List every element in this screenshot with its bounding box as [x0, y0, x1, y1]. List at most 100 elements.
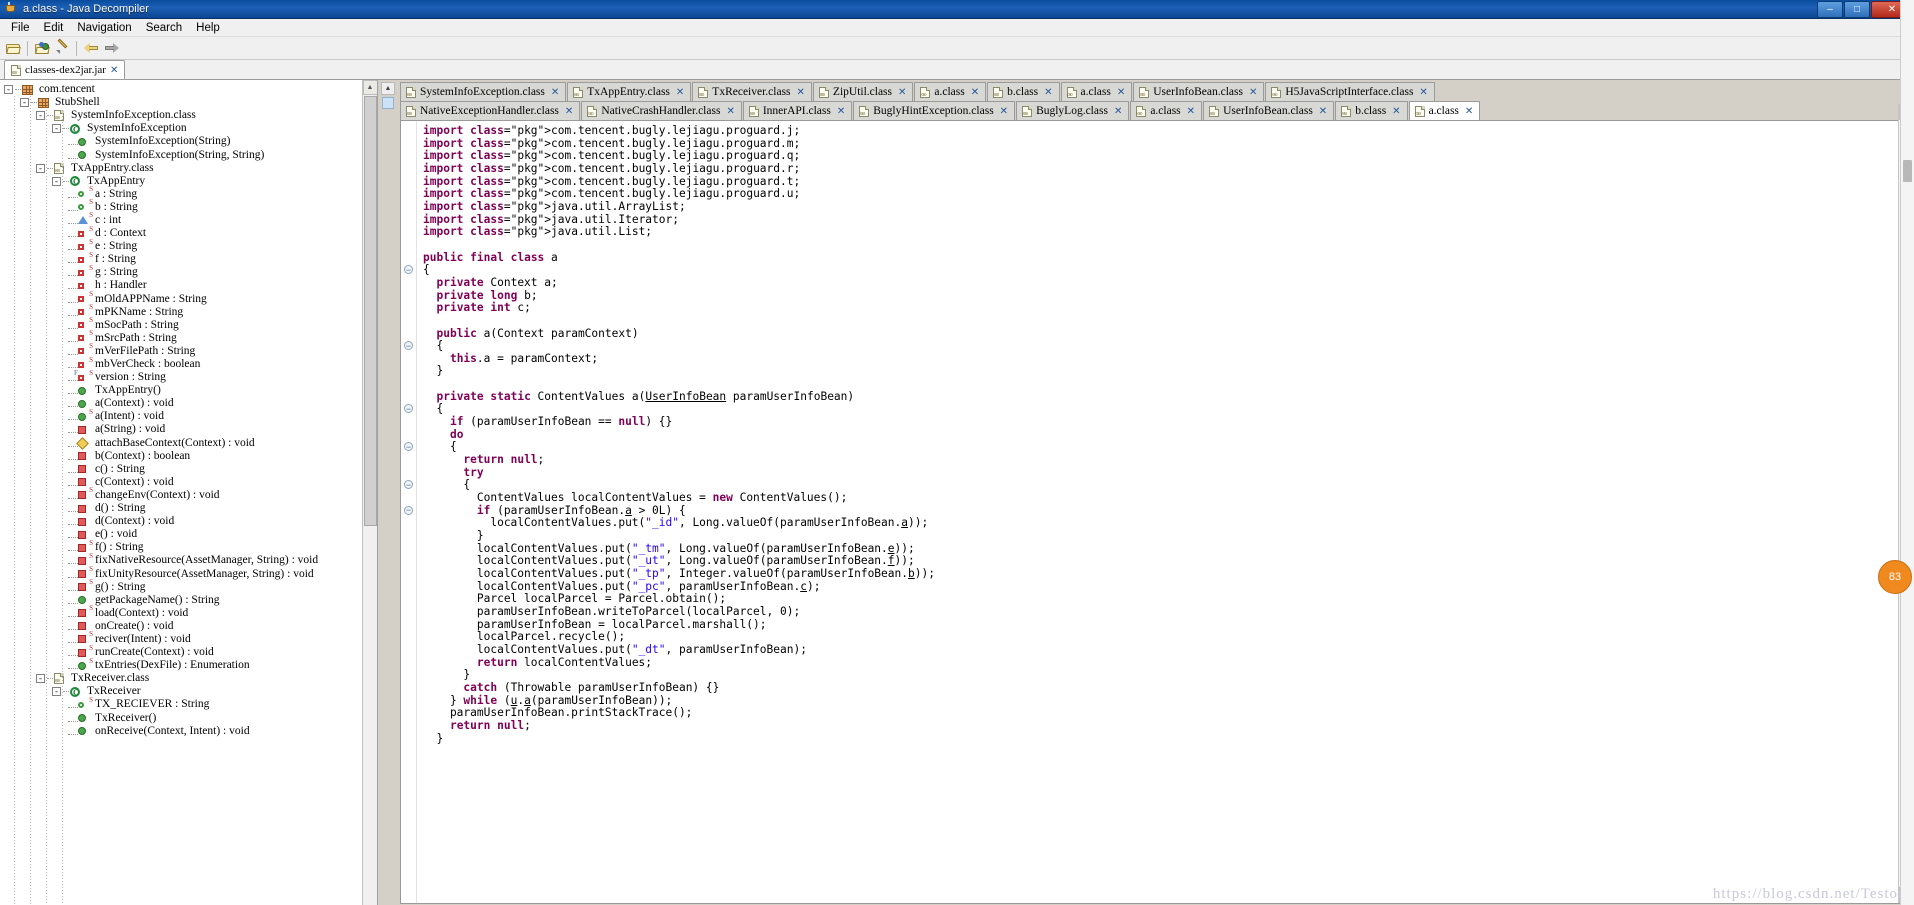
- code-fold-gutter[interactable]: − − − − − −: [401, 121, 417, 903]
- minimize-button[interactable]: –: [1817, 1, 1843, 18]
- tree-row[interactable]: StxEntries(DexFile) : Enumeration: [0, 657, 377, 672]
- editor-tab-close-icon[interactable]: ✕: [971, 87, 979, 98]
- tree-row[interactable]: - com.tencent: [0, 83, 377, 96]
- tree-row[interactable]: TxReceiver(): [0, 712, 377, 725]
- tree-row[interactable]: SrunCreate(Context) : void: [0, 644, 377, 659]
- code-fold-toggle[interactable]: −: [404, 442, 413, 452]
- window-scroll-thumb[interactable]: [1903, 160, 1912, 182]
- tree-row[interactable]: TxAppEntry(): [0, 384, 377, 397]
- class-tree-panel[interactable]: - com.tencent - StubShell -010 SystemInfoExce…: [0, 80, 378, 905]
- tree-scroll-thumb[interactable]: [363, 96, 377, 526]
- tree-row[interactable]: onCreate() : void: [0, 620, 377, 633]
- tree-row[interactable]: SmSocPath : String: [0, 317, 377, 332]
- tree-row[interactable]: S TX_RECIEVER : String: [0, 696, 377, 711]
- tree-row[interactable]: d() : String: [0, 502, 377, 515]
- tree-row[interactable]: SystemInfoException(String, String): [0, 148, 377, 161]
- menu-item-edit[interactable]: Edit: [37, 21, 71, 35]
- tree-expander-icon[interactable]: -: [36, 111, 45, 121]
- editor-tab[interactable]: 010 a.class ✕: [1130, 101, 1203, 120]
- tree-row[interactable]: - SystemInfoException: [0, 122, 377, 136]
- editor-tab[interactable]: 010 InnerAPI.class ✕: [742, 101, 853, 120]
- floating-badge[interactable]: 83: [1878, 560, 1912, 594]
- tree-row[interactable]: Sreciver(Intent) : void: [0, 631, 377, 646]
- tree-row[interactable]: e() : void: [0, 528, 377, 541]
- editor-tab-close-icon[interactable]: ✕: [1187, 106, 1195, 117]
- tree-row[interactable]: getPackageName() : String: [0, 594, 377, 607]
- menu-item-file[interactable]: File: [4, 21, 37, 35]
- editor-tab-close-icon[interactable]: ✕: [837, 106, 845, 117]
- tree-row[interactable]: SfixUnityResource(AssetManager, String) …: [0, 566, 377, 580]
- editor-tab[interactable]: 010 UserInfoBean.class ✕: [1133, 82, 1265, 101]
- editor-tab[interactable]: 010 BuglyHintException.class ✕: [853, 101, 1016, 120]
- menu-item-search[interactable]: Search: [139, 21, 189, 35]
- editor-tab-close-icon[interactable]: ✕: [676, 87, 684, 98]
- editor-tab-close-icon[interactable]: ✕: [1249, 87, 1257, 98]
- tree-row[interactable]: Sload(Context) : void: [0, 605, 377, 620]
- editor-tab[interactable]: 010 NativeExceptionHandler.class ✕: [400, 101, 581, 120]
- editor-tab-close-icon[interactable]: ✕: [1419, 87, 1427, 98]
- editor-tab[interactable]: 010 a.class ✕: [1408, 101, 1481, 120]
- tree-row[interactable]: -010 SystemInfoException.class: [0, 109, 377, 122]
- tree-row[interactable]: SystemInfoException(String): [0, 135, 377, 148]
- jar-tab-close-icon[interactable]: ✕: [110, 65, 118, 76]
- tree-row[interactable]: SmOldAPPName : String: [0, 291, 377, 306]
- tree-row[interactable]: SmPKName : String: [0, 304, 377, 319]
- tree-row[interactable]: Sb : String: [0, 199, 377, 214]
- source-code[interactable]: import class="pkg">com.tencent.bugly.lej…: [417, 121, 1912, 903]
- editor-tab-close-icon[interactable]: ✕: [1114, 106, 1122, 117]
- tree-row[interactable]: -010 TxReceiver.class: [0, 672, 377, 685]
- tree-expander-icon[interactable]: -: [52, 687, 61, 697]
- tree-row[interactable]: - StubShell: [0, 96, 377, 109]
- open-file-button[interactable]: [3, 38, 23, 58]
- editor-tab[interactable]: 010 b.class ✕: [1335, 101, 1408, 120]
- editor-tab[interactable]: 010 UserInfoBean.class ✕: [1203, 101, 1335, 120]
- tab-scroll-up-icon[interactable]: ▲: [381, 82, 395, 95]
- menu-item-help[interactable]: Help: [189, 21, 227, 35]
- tree-row[interactable]: Sd : Context: [0, 225, 377, 240]
- tree-row[interactable]: h : Handler: [0, 279, 377, 292]
- save-source-button[interactable]: [52, 38, 72, 58]
- tree-scrollbar[interactable]: ▲: [362, 80, 377, 905]
- open-type-button[interactable]: [32, 38, 52, 58]
- editor-tab[interactable]: 010 H5JavaScriptInterface.class ✕: [1265, 82, 1435, 101]
- tree-row[interactable]: a(String) : void: [0, 423, 377, 436]
- navigate-forward-button[interactable]: [101, 38, 121, 58]
- code-fold-toggle[interactable]: −: [404, 265, 413, 275]
- code-editor[interactable]: − − − − − − import class="pkg">com.tencent.bu…: [400, 120, 1913, 904]
- editor-tab-close-icon[interactable]: ✕: [1465, 106, 1473, 117]
- maximize-button[interactable]: □: [1844, 1, 1870, 18]
- tree-row[interactable]: Sg : String: [0, 264, 377, 279]
- editor-tab-close-icon[interactable]: ✕: [551, 87, 559, 98]
- editor-tab-close-icon[interactable]: ✕: [1117, 87, 1125, 98]
- tree-expander-icon[interactable]: -: [36, 674, 45, 684]
- code-fold-toggle[interactable]: −: [404, 480, 413, 490]
- menu-item-navigation[interactable]: Navigation: [70, 21, 138, 35]
- editor-tab-close-icon[interactable]: ✕: [565, 106, 573, 117]
- editor-tab[interactable]: 010 NativeCrashHandler.class ✕: [581, 101, 742, 120]
- editor-tab-close-icon[interactable]: ✕: [1319, 106, 1327, 117]
- tree-row[interactable]: c() : String: [0, 463, 377, 476]
- editor-tab[interactable]: 010 a.class ✕: [914, 82, 987, 101]
- tree-row[interactable]: Sa : String: [0, 186, 377, 201]
- navigate-back-button[interactable]: [81, 38, 101, 58]
- tree-row[interactable]: Sc : int: [0, 212, 377, 227]
- editor-tab[interactable]: 010 BuglyLog.class ✕: [1016, 101, 1130, 120]
- jar-tab[interactable]: 010 classes-dex2jar.jar ✕: [4, 60, 126, 79]
- editor-tab-close-icon[interactable]: ✕: [797, 87, 805, 98]
- code-fold-toggle[interactable]: −: [404, 404, 413, 414]
- editor-tab-close-icon[interactable]: ✕: [1392, 106, 1400, 117]
- tree-row[interactable]: SchangeEnv(Context) : void: [0, 487, 377, 502]
- tab-scroll-thumb[interactable]: [382, 97, 394, 109]
- tree-scroll-up-icon[interactable]: ▲: [362, 80, 377, 95]
- tree-expander-icon[interactable]: -: [52, 176, 61, 186]
- editor-tab[interactable]: 010 a.class ✕: [1060, 82, 1133, 101]
- tree-row[interactable]: SfixNativeResource(AssetManager, String)…: [0, 552, 377, 567]
- tree-row[interactable]: SmSrcPath : String: [0, 330, 377, 345]
- editor-tab[interactable]: 010 SystemInfoException.class ✕: [400, 82, 567, 101]
- tree-row[interactable]: Se : String: [0, 238, 377, 253]
- tree-row[interactable]: d(Context) : void: [0, 515, 377, 528]
- tree-row[interactable]: b(Context) : boolean: [0, 450, 377, 463]
- tree-row[interactable]: a(Context) : void: [0, 397, 377, 410]
- tab-scroll-control[interactable]: ▲: [380, 82, 396, 122]
- tree-expander-icon[interactable]: -: [36, 163, 45, 173]
